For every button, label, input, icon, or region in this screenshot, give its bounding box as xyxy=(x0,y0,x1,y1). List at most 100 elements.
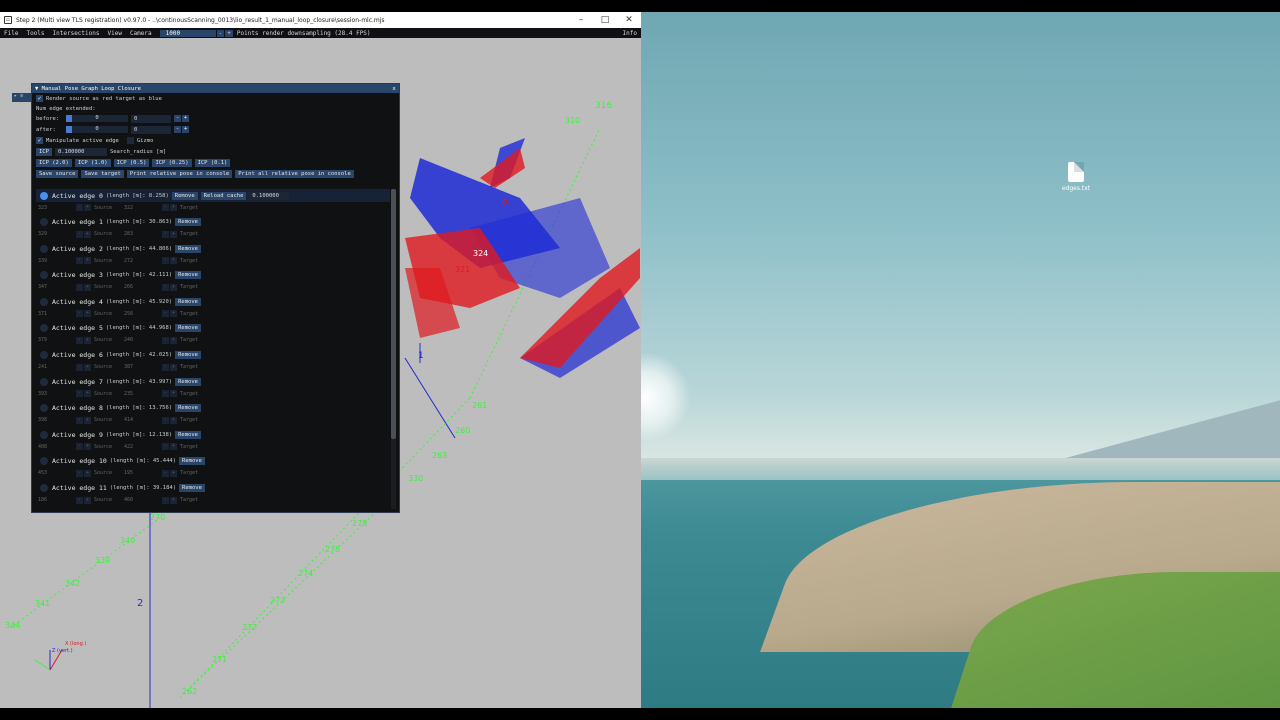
source-minus-button[interactable]: - xyxy=(76,363,83,371)
target-minus-button[interactable]: - xyxy=(162,469,169,477)
gizmo-checkbox[interactable] xyxy=(126,137,134,144)
edge-source-index[interactable]: 379 xyxy=(38,337,76,343)
after-input[interactable]: 0 xyxy=(131,125,171,134)
icp-1-button[interactable]: ICP (1.0) xyxy=(74,158,111,167)
edge-remove-button[interactable]: Remove xyxy=(175,324,201,333)
edge-remove-button[interactable]: Remove xyxy=(175,377,201,386)
edge-remove-button[interactable]: Remove xyxy=(175,351,201,360)
target-minus-button[interactable]: - xyxy=(162,443,169,451)
loop-closure-panel[interactable]: ▼ Manual Pose Graph Loop Closure x ✓ Ren… xyxy=(31,83,400,513)
menu-view[interactable]: View xyxy=(103,30,125,37)
edge-source-value[interactable]: 322 xyxy=(124,205,142,211)
target-plus-button[interactable]: + xyxy=(170,443,177,451)
edge-source-index[interactable]: 371 xyxy=(38,311,76,317)
before-input[interactable]: 0 xyxy=(131,114,171,123)
minimize-button[interactable]: – xyxy=(569,15,593,25)
edge-remove-button[interactable]: Remove xyxy=(179,457,205,466)
edge-source-index[interactable]: 408 xyxy=(38,444,76,450)
source-minus-button[interactable]: - xyxy=(76,496,83,504)
edge-radio-button[interactable] xyxy=(40,377,48,386)
icp-01-button[interactable]: ICP (0.1) xyxy=(194,158,231,167)
edge-source-index[interactable]: 329 xyxy=(38,231,76,237)
scrollbar-thumb[interactable] xyxy=(391,189,396,439)
edge-remove-button[interactable]: Remove xyxy=(175,244,201,253)
source-minus-button[interactable]: - xyxy=(76,257,83,265)
target-minus-button[interactable]: - xyxy=(162,390,169,398)
source-plus-button[interactable]: + xyxy=(84,257,91,265)
print-relative-pose-button[interactable]: Print relative pose in console xyxy=(126,169,233,178)
target-plus-button[interactable]: + xyxy=(170,230,177,238)
edge-remove-button[interactable]: Remove xyxy=(175,218,201,227)
edge-radio-button[interactable] xyxy=(40,218,48,227)
target-plus-button[interactable]: + xyxy=(170,390,177,398)
after-minus-button[interactable]: - xyxy=(174,126,181,133)
source-plus-button[interactable]: + xyxy=(84,443,91,451)
edge-radio-button[interactable] xyxy=(40,191,48,200)
source-minus-button[interactable]: - xyxy=(76,469,83,477)
menu-file[interactable]: File xyxy=(0,30,22,37)
edge-radio-button[interactable] xyxy=(40,430,48,439)
render-checkbox[interactable]: ✓ xyxy=(36,95,43,102)
source-minus-button[interactable]: - xyxy=(76,443,83,451)
target-minus-button[interactable]: - xyxy=(162,336,169,344)
icp-05-button[interactable]: ICP (0.5) xyxy=(113,158,150,167)
panel-close-button[interactable]: x xyxy=(389,86,399,92)
print-all-relative-pose-button[interactable]: Print all relative pose in console xyxy=(235,169,354,178)
target-minus-button[interactable]: - xyxy=(162,363,169,371)
source-plus-button[interactable]: + xyxy=(84,416,91,424)
maximize-button[interactable]: □ xyxy=(593,15,617,25)
target-plus-button[interactable]: + xyxy=(170,469,177,477)
edge-source-index[interactable]: 241 xyxy=(38,364,76,370)
downsampling-minus-button[interactable]: - xyxy=(216,29,225,37)
edge-source-index[interactable]: 347 xyxy=(38,284,76,290)
edge-source-value[interactable]: 283 xyxy=(124,231,142,237)
source-minus-button[interactable]: - xyxy=(76,204,83,211)
target-plus-button[interactable]: + xyxy=(170,363,177,371)
desktop-file[interactable]: edges.txt xyxy=(1046,162,1106,192)
source-plus-button[interactable]: + xyxy=(84,230,91,238)
menu-intersections[interactable]: Intersections xyxy=(49,30,104,37)
edge-radio-button[interactable] xyxy=(40,457,48,466)
icp-value-input[interactable]: 0.100000 xyxy=(54,147,107,156)
edge-source-value[interactable]: 195 xyxy=(124,470,142,476)
target-plus-button[interactable]: + xyxy=(170,310,177,318)
source-plus-button[interactable]: + xyxy=(84,283,91,291)
manipulate-checkbox[interactable]: ✓ xyxy=(36,137,43,144)
edge-source-value[interactable]: 460 xyxy=(124,497,142,503)
source-minus-button[interactable]: - xyxy=(76,283,83,291)
target-minus-button[interactable]: - xyxy=(162,257,169,265)
edge-source-index[interactable]: 453 xyxy=(38,470,76,476)
downsampling-input[interactable]: 1000 xyxy=(159,29,216,37)
source-plus-button[interactable]: + xyxy=(84,204,91,211)
menu-tools[interactable]: Tools xyxy=(22,30,48,37)
edge-source-index[interactable]: 398 xyxy=(38,417,76,423)
edge-remove-button[interactable]: Remove xyxy=(179,484,205,493)
downsampling-plus-button[interactable]: + xyxy=(225,29,233,37)
title-bar[interactable]: ▫ Step 2 (Multi view TLS registration) v… xyxy=(0,12,641,28)
edge-radio-button[interactable] xyxy=(40,484,48,493)
after-plus-button[interactable]: + xyxy=(182,126,189,133)
edge-remove-button[interactable]: Remove xyxy=(175,271,201,280)
target-plus-button[interactable]: + xyxy=(170,336,177,344)
edge-radio-button[interactable] xyxy=(40,324,48,333)
after-slider[interactable]: 0 xyxy=(66,126,128,133)
target-minus-button[interactable]: - xyxy=(162,416,169,424)
target-minus-button[interactable]: - xyxy=(162,496,169,504)
reload-cache-button[interactable]: Reload cache xyxy=(200,191,247,200)
target-minus-button[interactable]: - xyxy=(162,204,169,211)
icp-025-button[interactable]: ICP (0.25) xyxy=(152,158,192,167)
source-minus-button[interactable]: - xyxy=(76,336,83,344)
edge-source-value[interactable]: 256 xyxy=(124,311,142,317)
icp-2-button[interactable]: ICP (2.0) xyxy=(36,158,72,167)
source-plus-button[interactable]: + xyxy=(84,310,91,318)
edge-source-value[interactable]: 422 xyxy=(124,444,142,450)
panel-header[interactable]: ▼ Manual Pose Graph Loop Closure x xyxy=(32,84,399,93)
before-minus-button[interactable]: - xyxy=(174,115,181,122)
before-slider[interactable]: 0 xyxy=(66,115,128,122)
target-plus-button[interactable]: + xyxy=(170,283,177,291)
edge-list[interactable]: Active edge 0 (length [m]: 8.258) Remove Re… xyxy=(36,189,390,509)
edge-source-value[interactable]: 272 xyxy=(124,258,142,264)
edge-radio-button[interactable] xyxy=(40,404,48,413)
edge-source-value[interactable]: 266 xyxy=(124,284,142,290)
edge-source-value[interactable]: 235 xyxy=(124,391,142,397)
